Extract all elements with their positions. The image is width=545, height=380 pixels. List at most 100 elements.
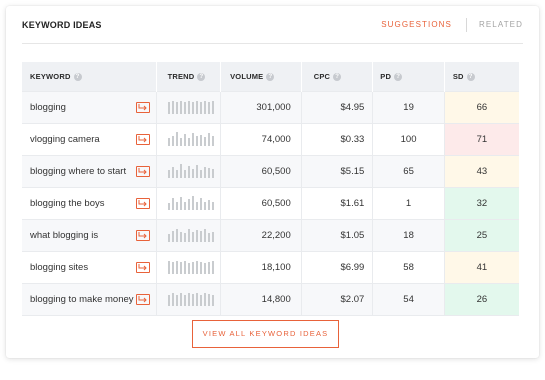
help-icon[interactable]: ? [73,72,82,81]
keyword-link[interactable]: blogging sites [30,262,88,273]
trend-bar [191,294,194,306]
trend-bar [199,102,202,114]
trend-bar [175,295,178,306]
card-title: KEYWORD IDEAS [22,19,102,30]
keyword-link[interactable]: blogging where to start [30,166,126,177]
trend-bar [175,132,178,146]
keyword-cell: blogging [22,90,157,123]
trend-bar [211,136,214,146]
cpc-cell: $2.07 [301,282,374,316]
trend-bar [191,102,194,114]
sd-cell: 43 [444,154,519,187]
external-link-arrow-icon[interactable] [135,229,150,241]
trend-cell [156,218,222,251]
trend-bar [207,102,210,114]
table-row: blogging sites 18,100 $6.99 58 41 [22,250,519,283]
trend-bar [199,295,202,306]
pd-cell: 19 [372,90,445,123]
cpc-cell: $6.99 [301,250,374,283]
trend-cell [156,154,222,187]
trend-bar [203,229,206,242]
trend-bar [199,231,202,242]
trend-bar [179,138,182,146]
tab-suggestions[interactable]: SUGGESTIONS [381,20,452,29]
trend-bar [171,136,174,146]
keyword-link[interactable]: blogging the boys [30,198,104,209]
help-icon[interactable]: ? [394,72,403,81]
trend-cell [156,282,222,316]
trend-sparkline [167,260,214,274]
volume-cell: 22,200 [220,218,302,251]
trend-bar [179,197,182,210]
trend-bar [175,102,178,114]
keyword-link[interactable]: blogging to make money [30,294,134,305]
trend-bar [171,167,174,178]
table-row: blogging 301,000 $4.95 19 66 [22,90,519,123]
help-icon[interactable]: ? [466,72,475,81]
volume-cell: 301,000 [220,90,302,123]
help-icon[interactable]: ? [197,72,206,81]
sd-cell: 66 [444,90,519,123]
pd-cell: 1 [372,186,445,219]
help-icon[interactable]: ? [266,72,275,81]
trend-bar [199,170,202,178]
table-row: blogging where to start 60,500 $5.15 65 43 [22,154,519,187]
trend-bar [187,263,190,274]
trend-cell [156,186,222,219]
trend-bar [183,102,186,114]
cpc-cell: $1.61 [301,186,374,219]
trend-bar [191,232,194,242]
trend-bar [207,133,210,146]
column-header-trend[interactable]: TREND? [156,62,222,91]
tab-divider [465,17,467,32]
trend-bar [175,202,178,210]
trend-bar [179,262,182,274]
keyword-link[interactable]: vlogging camera [30,134,100,145]
trend-cell [156,122,222,155]
external-link-arrow-icon[interactable] [135,133,150,145]
tab-related[interactable]: RELATED [479,20,523,29]
trend-bar [171,231,174,242]
external-link-arrow-icon[interactable] [135,261,150,273]
column-header-pd[interactable]: PD? [372,62,445,91]
external-link-arrow-icon[interactable] [135,165,150,177]
external-link-arrow-icon[interactable] [135,101,150,113]
trend-sparkline [167,228,214,242]
trend-bar [167,170,170,178]
trend-bar [211,232,214,242]
cpc-cell: $5.15 [301,154,374,187]
trend-bar [187,293,190,306]
column-header-sd[interactable]: SD? [444,62,519,91]
view-all-keyword-ideas-button[interactable]: VIEW ALL KEYWORD IDEAS [192,320,339,348]
volume-cell: 60,500 [220,154,302,187]
trend-bar [203,293,206,306]
trend-bar [175,170,178,178]
trend-bar [195,101,198,114]
trend-bar [191,196,194,210]
cpc-cell: $0.33 [301,122,374,155]
keyword-link[interactable]: what blogging is [30,230,98,241]
column-header-cpc[interactable]: CPC? [301,62,374,91]
trend-bar [175,229,178,242]
trend-bar [171,198,174,210]
sd-cell: 26 [444,282,519,316]
help-icon[interactable]: ? [333,72,342,81]
trend-bar [187,138,190,146]
column-header-volume[interactable]: VOLUME? [220,62,302,91]
trend-bar [183,233,186,242]
trend-bar [195,165,198,178]
card-header: KEYWORD IDEAS SUGGESTIONS RELATED [22,6,523,44]
trend-bar [179,101,182,114]
keyword-table: KEYWORD? TREND? VOLUME? CPC? PD? SD? blo… [22,62,519,316]
trend-bar [203,137,206,146]
trend-bar [203,202,206,210]
external-link-arrow-icon[interactable] [135,293,150,305]
trend-bar [203,263,206,274]
keyword-link[interactable]: blogging [30,102,66,113]
trend-bar [207,200,210,210]
external-link-arrow-icon[interactable] [135,197,150,209]
column-header-keyword[interactable]: KEYWORD? [22,62,157,91]
trend-bar [179,164,182,178]
trend-sparkline [167,164,214,178]
cpc-cell: $4.95 [301,90,374,123]
